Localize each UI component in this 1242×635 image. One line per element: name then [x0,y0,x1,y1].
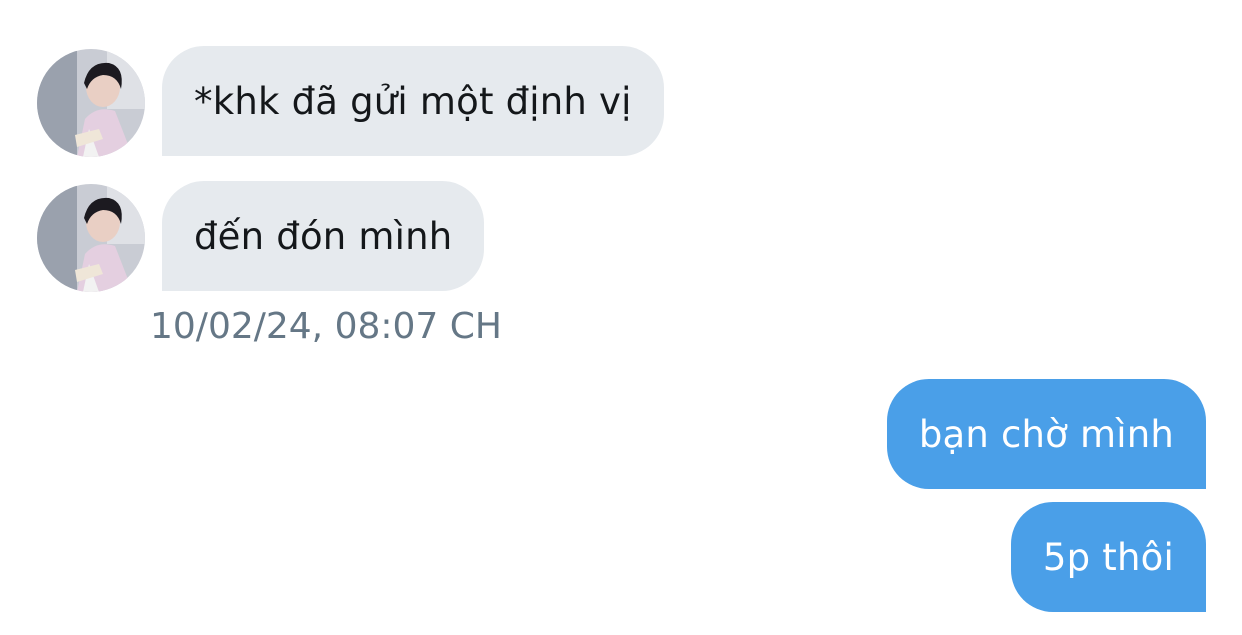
message-text: *khk đã gửi một định vị [194,79,632,123]
message-timestamp: 10/02/24, 08:07 CH [150,306,502,347]
message-text: 5p thôi [1042,535,1174,579]
contact-avatar-icon[interactable] [37,184,145,292]
contact-avatar-icon[interactable] [37,49,145,157]
message-text: đến đón mình [194,214,453,258]
incoming-message-bubble[interactable]: *khk đã gửi một định vị [162,46,664,156]
outgoing-message-bubble[interactable]: bạn chờ mình [886,379,1206,489]
incoming-message-bubble[interactable]: đến đón mình [162,181,485,291]
outgoing-message-bubble[interactable]: 5p thôi [1010,502,1206,612]
message-text: bạn chờ mình [918,412,1174,456]
